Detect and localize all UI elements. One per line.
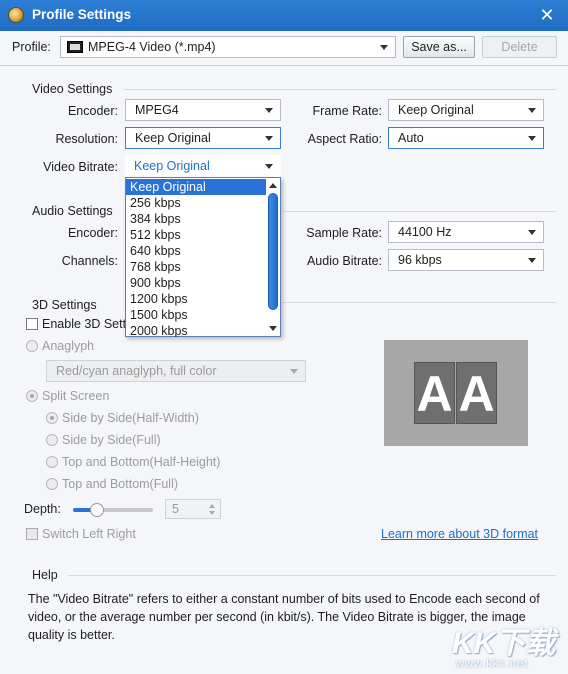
profile-divider [0, 65, 568, 66]
depth-value: 5 [172, 502, 179, 516]
anaglyph-mode-select[interactable]: Red/cyan anaglyph, full color [46, 360, 306, 382]
watermark-mark: KK下载 [452, 627, 556, 660]
profile-value: MPEG-4 Video (*.mp4) [88, 40, 216, 54]
enable-3d-label: Enable 3D Setti [42, 317, 129, 331]
watermark-logo: KK下载 www.kkx.net [448, 618, 566, 674]
bitrate-option[interactable]: 384 kbps [126, 211, 266, 227]
three-d-preview: A A [384, 340, 528, 446]
chevron-down-icon [528, 108, 536, 113]
window-title: Profile Settings [32, 7, 132, 22]
enable-3d-checkbox[interactable] [26, 318, 38, 330]
anaglyph-mode-value: Red/cyan anaglyph, full color [56, 364, 217, 378]
channels-label: Channels: [61, 254, 118, 268]
chevron-down-icon [265, 164, 273, 169]
app-logo-icon [8, 7, 24, 23]
video-bitrate-dropdown-list[interactable]: Keep Original 256 kbps 384 kbps 512 kbps… [125, 177, 281, 337]
switch-left-right-label: Switch Left Right [42, 527, 136, 541]
bitrate-option[interactable]: 1200 kbps [126, 291, 266, 307]
video-bitrate-label: Video Bitrate: [43, 160, 118, 174]
side-by-side-half-label: Side by Side(Half-Width) [62, 411, 199, 425]
audio-bitrate-select[interactable]: 96 kbps [388, 249, 544, 271]
top-bottom-half-label: Top and Bottom(Half-Height) [62, 455, 221, 469]
bitrate-option[interactable]: 256 kbps [126, 195, 266, 211]
help-group-line [68, 575, 556, 576]
top-bottom-half-radio[interactable] [46, 456, 58, 468]
top-bottom-full-label: Top and Bottom(Full) [62, 477, 179, 491]
sample-rate-value: 44100 Hz [398, 225, 452, 239]
bitrate-option[interactable]: 640 kbps [126, 243, 266, 259]
resolution-select[interactable]: Keep Original [125, 127, 281, 149]
chevron-down-icon [528, 258, 536, 263]
chevron-down-icon [528, 230, 536, 235]
video-settings-heading: Video Settings [32, 82, 113, 96]
bitrate-option[interactable]: 1500 kbps [126, 307, 266, 323]
preview-letter-left: A [414, 362, 455, 424]
bitrate-option[interactable]: 2000 kbps [126, 323, 266, 337]
split-screen-label: Split Screen [42, 389, 110, 403]
audio-encoder-label: Encoder: [67, 226, 118, 240]
aspect-ratio-select[interactable]: Auto [388, 127, 544, 149]
depth-spinbox[interactable]: 5 [165, 499, 221, 519]
bitrate-option[interactable]: 768 kbps [126, 259, 266, 275]
side-by-side-full-radio[interactable] [46, 434, 58, 446]
depth-slider[interactable] [73, 503, 153, 517]
switch-left-right-checkbox[interactable] [26, 528, 38, 540]
split-screen-radio[interactable] [26, 390, 38, 402]
frame-rate-select[interactable]: Keep Original [388, 99, 544, 121]
sample-rate-label: Sample Rate: [306, 226, 382, 240]
video-bitrate-value: Keep Original [134, 159, 210, 173]
bitrate-option[interactable]: Keep Original [126, 179, 266, 195]
video-encoder-label: Encoder: [67, 104, 118, 118]
sample-rate-select[interactable]: 44100 Hz [388, 221, 544, 243]
preview-letter-right: A [456, 362, 497, 424]
anaglyph-label: Anaglyph [42, 339, 95, 353]
chevron-down-icon [265, 136, 273, 141]
aspect-ratio-value: Auto [398, 131, 424, 145]
video-bitrate-select[interactable]: Keep Original [125, 155, 281, 177]
scroll-up-arrow-icon[interactable] [269, 183, 277, 188]
depth-slider-thumb[interactable] [90, 503, 104, 517]
audio-settings-heading: Audio Settings [32, 204, 113, 218]
scroll-down-arrow-icon[interactable] [269, 326, 277, 331]
spin-up-icon[interactable] [209, 504, 215, 508]
chevron-down-icon [380, 45, 388, 50]
save-as-button[interactable]: Save as... [403, 36, 475, 58]
chevron-down-icon [265, 108, 273, 113]
profile-label: Profile: [12, 40, 51, 54]
side-by-side-full-label: Side by Side(Full) [62, 433, 161, 447]
title-bar: Profile Settings ✕ [0, 0, 568, 31]
chevron-down-icon [290, 369, 298, 374]
scrollbar-thumb[interactable] [268, 193, 278, 310]
video-encoder-value: MPEG4 [135, 103, 179, 117]
video-group-line [124, 89, 556, 90]
resolution-value: Keep Original [135, 131, 211, 145]
profile-select[interactable]: MPEG-4 Video (*.mp4) [60, 36, 396, 58]
depth-label: Depth: [24, 502, 61, 516]
delete-button[interactable]: Delete [482, 36, 557, 58]
aspect-ratio-label: Aspect Ratio: [307, 132, 382, 146]
bitrate-option[interactable]: 512 kbps [126, 227, 266, 243]
help-heading: Help [32, 568, 58, 582]
audio-group-line [282, 211, 556, 212]
bitrate-option[interactable]: 900 kbps [126, 275, 266, 291]
spin-down-icon[interactable] [209, 511, 215, 515]
audio-bitrate-value: 96 kbps [398, 253, 442, 267]
frame-rate-value: Keep Original [398, 103, 474, 117]
video-encoder-select[interactable]: MPEG4 [125, 99, 281, 121]
anaglyph-radio[interactable] [26, 340, 38, 352]
learn-more-3d-link[interactable]: Learn more about 3D format [381, 527, 538, 541]
resolution-label: Resolution: [55, 132, 118, 146]
side-by-side-half-radio[interactable] [46, 412, 58, 424]
audio-bitrate-label: Audio Bitrate: [306, 254, 382, 268]
three-d-settings-heading: 3D Settings [32, 298, 97, 312]
close-icon[interactable]: ✕ [536, 4, 558, 26]
mpeg4-video-icon [67, 41, 83, 53]
chevron-down-icon [528, 136, 536, 141]
watermark-url: www.kkx.net [456, 658, 529, 670]
frame-rate-label: Frame Rate: [312, 104, 382, 118]
three-d-group-line [282, 302, 556, 303]
top-bottom-full-radio[interactable] [46, 478, 58, 490]
